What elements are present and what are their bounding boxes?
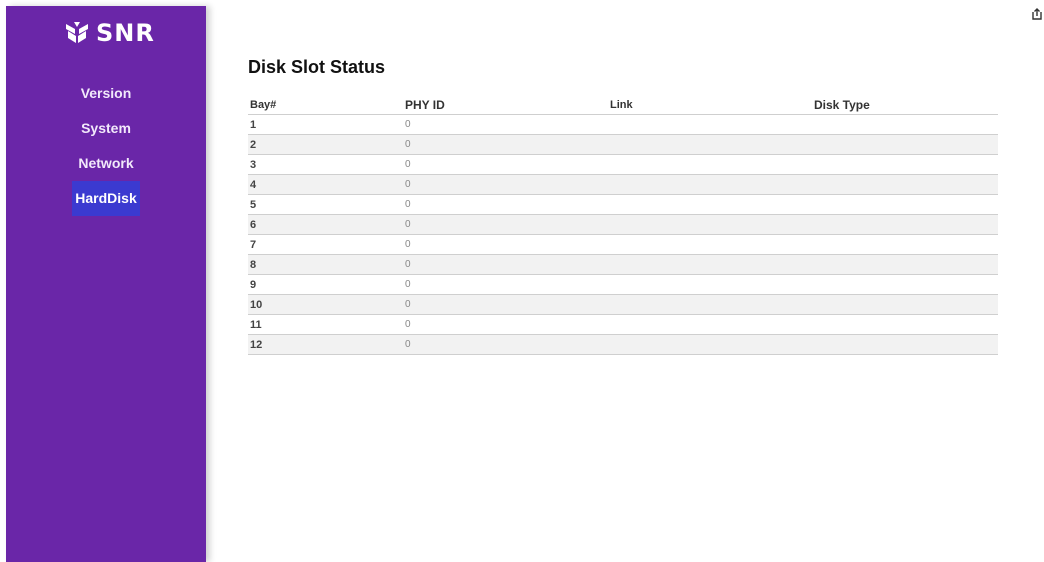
table-row: 1 0 [248,114,998,135]
link-cell [608,194,812,215]
phy-id-cell: 0 [403,294,608,315]
sidebar-item-label: Version [80,85,132,101]
bay-cell: 4 [248,174,403,195]
link-cell [608,134,812,155]
link-cell [608,154,812,175]
table-row: 4 0 [248,174,998,195]
disk-type-cell [812,134,998,155]
table-row: 7 0 [248,234,998,255]
link-cell [608,334,812,355]
link-cell [608,314,812,335]
bay-cell: 5 [248,194,403,215]
bay-cell: 3 [248,154,403,175]
phy-id-cell: 0 [403,314,608,335]
disk-type-cell [812,194,998,215]
phy-id-cell: 0 [403,194,608,215]
disk-slot-table: Bay# PHY ID Link Disk Type 1 0 2 0 3 0 4… [248,96,998,355]
link-cell [608,234,812,255]
phy-id-cell: 0 [403,154,608,175]
column-header-link: Link [608,96,812,115]
sidebar-item-label: HardDisk [72,181,140,216]
table-row: 8 0 [248,254,998,275]
sidebar-item-label: System [81,120,131,136]
export-icon[interactable] [1032,8,1042,20]
table-row: 6 0 [248,214,998,235]
table-row: 9 0 [248,274,998,295]
bay-cell: 6 [248,214,403,235]
disk-type-cell [812,214,998,235]
phy-id-cell: 0 [403,214,608,235]
disk-type-cell [812,334,998,355]
disk-type-cell [812,154,998,175]
bay-cell: 10 [248,294,403,315]
column-header-bay: Bay# [248,96,403,115]
disk-type-cell [812,314,998,335]
phy-id-cell: 0 [403,134,608,155]
sidebar-item-label: Network [78,155,134,171]
table-row: 2 0 [248,134,998,155]
sidebar-item-network[interactable]: Network [6,146,206,181]
main-content: Disk Slot Status Bay# PHY ID Link Disk T… [248,56,998,355]
table-header-row: Bay# PHY ID Link Disk Type [248,96,998,115]
phy-id-cell: 0 [403,274,608,295]
table-row: 5 0 [248,194,998,215]
bay-cell: 12 [248,334,403,355]
phy-id-cell: 0 [403,334,608,355]
column-header-disk-type: Disk Type [812,96,998,115]
table-row: 12 0 [248,334,998,355]
table-row: 11 0 [248,314,998,335]
bay-cell: 7 [248,234,403,255]
disk-type-cell [812,114,998,135]
sidebar: SNR Version System Network HardDisk [6,6,206,562]
bay-cell: 11 [248,314,403,335]
brand-name: SNR [96,19,155,47]
phy-id-cell: 0 [403,114,608,135]
table-row: 3 0 [248,154,998,175]
page-title: Disk Slot Status [248,57,386,77]
phy-id-cell: 0 [403,254,608,275]
phy-id-cell: 0 [403,234,608,255]
disk-type-cell [812,174,998,195]
phy-id-cell: 0 [403,174,608,195]
sidebar-item-harddisk[interactable]: HardDisk [6,181,206,216]
link-cell [608,214,812,235]
sidebar-nav: Version System Network HardDisk [6,76,206,216]
snr-logo-icon [66,22,88,43]
bay-cell: 1 [248,114,403,135]
link-cell [608,114,812,135]
table-row: 10 0 [248,294,998,315]
disk-type-cell [812,274,998,295]
sidebar-item-version[interactable]: Version [6,76,206,111]
bay-cell: 9 [248,274,403,295]
bay-cell: 2 [248,134,403,155]
column-header-phy-id: PHY ID [403,96,608,115]
disk-type-cell [812,234,998,255]
link-cell [608,254,812,275]
brand-logo[interactable]: SNR [64,20,155,46]
bay-cell: 8 [248,254,403,275]
link-cell [608,174,812,195]
link-cell [608,294,812,315]
disk-type-cell [812,254,998,275]
sidebar-item-system[interactable]: System [6,111,206,146]
disk-type-cell [812,294,998,315]
link-cell [608,274,812,295]
